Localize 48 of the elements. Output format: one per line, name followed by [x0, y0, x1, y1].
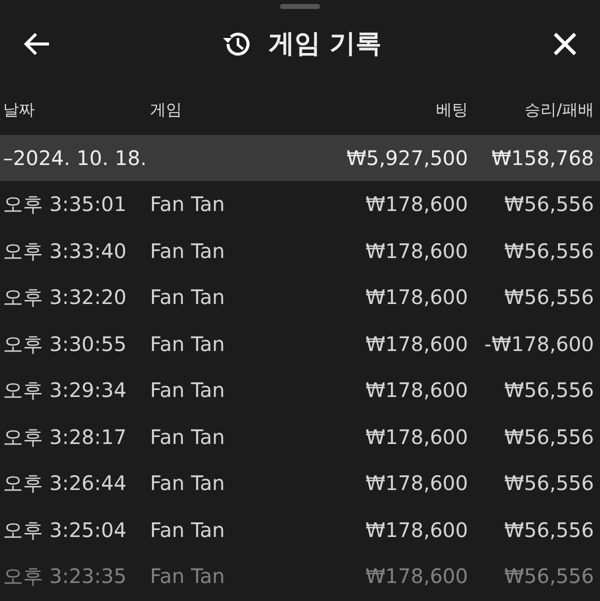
history-icon — [222, 30, 252, 58]
game-cell-text: Fan Tan — [150, 377, 226, 404]
bet-cell-text: ₩178,600 — [364, 284, 468, 312]
bet-cell-text: ₩178,600 — [364, 191, 468, 218]
group-date: –2024. 10. 18. — [2, 145, 148, 172]
result-cell-text: ₩56,556 — [503, 563, 594, 590]
time-cell-text: 오후 3:32:20 — [2, 284, 128, 312]
group-bet-total: ₩5,927,500 — [345, 145, 468, 172]
window-title: 게임 기록 — [268, 28, 382, 60]
time-cell-text: 오후 3:23:35 — [2, 563, 128, 590]
bet-cell-text: ₩178,600 — [364, 563, 468, 590]
result-cell-text: ₩56,556 — [503, 516, 594, 544]
game-cell-text: Fan Tan — [150, 424, 226, 451]
game-cell-text: Fan Tan — [150, 563, 226, 590]
result-cell-text: ₩56,556 — [503, 424, 594, 451]
bet-cell-text: ₩178,600 — [364, 330, 468, 358]
time-cell-text: 오후 3:26:44 — [2, 470, 128, 498]
group-result-total: ₩158,768 — [490, 145, 594, 172]
column-header: 베팅 — [435, 99, 468, 121]
time-cell-text: 오후 3:33:40 — [2, 238, 128, 265]
time-cell-text: 오후 3:28:17 — [2, 424, 128, 451]
game-cell-text: Fan Tan — [150, 516, 226, 544]
bet-cell-text: ₩178,600 — [364, 470, 468, 498]
game-cell-text: Fan Tan — [150, 470, 226, 498]
result-cell-text: ₩56,556 — [503, 191, 594, 218]
bet-cell-text: ₩178,600 — [364, 238, 468, 265]
result-cell-text: -₩178,600 — [483, 330, 594, 358]
game-cell-text: Fan Tan — [150, 238, 226, 265]
time-cell-text: 오후 3:25:04 — [2, 516, 128, 544]
game-cell-text: Fan Tan — [150, 284, 226, 312]
game-cell-text: Fan Tan — [150, 330, 226, 358]
time-cell-text: 오후 3:35:01 — [2, 191, 128, 218]
column-header: 날짜 — [2, 99, 36, 121]
bet-cell-text: ₩178,600 — [364, 424, 468, 451]
result-cell-text: ₩56,556 — [503, 470, 594, 498]
bet-cell-text: ₩178,600 — [364, 516, 468, 544]
close-button[interactable] — [552, 31, 578, 57]
game-cell-text: Fan Tan — [150, 191, 226, 218]
bet-cell-text: ₩178,600 — [364, 377, 468, 404]
time-cell-text: 오후 3:29:34 — [2, 377, 128, 404]
back-button[interactable] — [22, 31, 52, 57]
column-header: 게임 — [150, 99, 183, 121]
result-cell-text: ₩56,556 — [503, 284, 594, 312]
time-cell-text: 오후 3:30:55 — [2, 330, 128, 358]
date-group-row[interactable]: –2024. 10. 18. ₩5,927,500 ₩158,768 — [0, 135, 600, 181]
result-cell-text: ₩56,556 — [503, 238, 594, 265]
column-header: 승리/패배 — [524, 99, 594, 121]
result-cell-text: ₩56,556 — [503, 377, 594, 404]
